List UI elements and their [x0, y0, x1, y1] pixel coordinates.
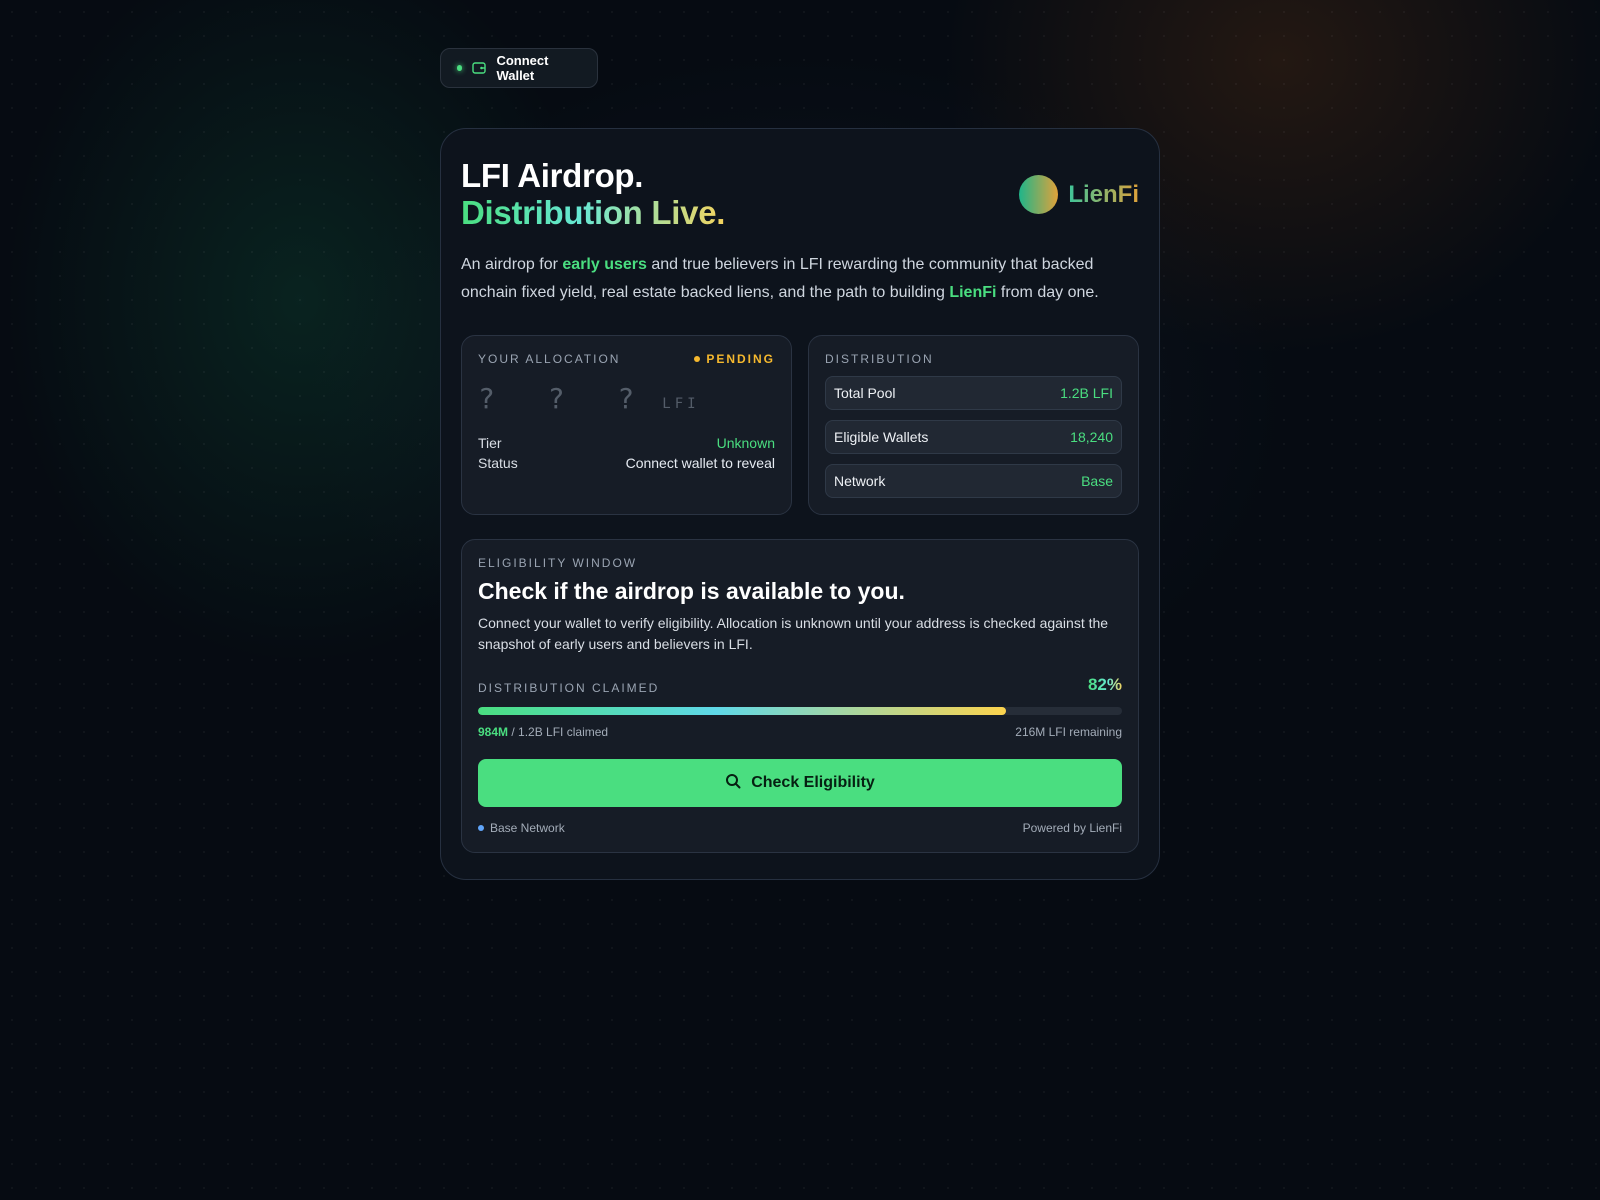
powered-by: Powered by LienFi [1022, 821, 1122, 835]
status-row: Status Connect wallet to reveal [478, 453, 775, 473]
eligibility-description: Connect your wallet to verify eligibilit… [478, 615, 1109, 652]
distribution-panel: DISTRIBUTION Total Pool 1.2B LFI Eligibl… [808, 335, 1139, 515]
distribution-item-total-pool: Total Pool 1.2B LFI [825, 376, 1122, 410]
eligibility-label: ELIGIBILITY WINDOW [478, 556, 638, 570]
description-part-3: from day one. [996, 284, 1099, 301]
network-indicator: Base Network [478, 821, 565, 835]
eligibility-title: Check if the airdrop is available to you… [478, 578, 905, 604]
network-label: Base Network [490, 821, 565, 835]
distribution-label: DISTRIBUTION [825, 352, 934, 366]
check-eligibility-button[interactable]: Check Eligibility [478, 759, 1122, 807]
distribution-item-value: 18,240 [1070, 429, 1113, 445]
claimed-amount: 984M [478, 725, 509, 739]
description-highlight-early-users: early users [562, 256, 647, 273]
wallet-icon [472, 62, 487, 74]
distribution-item-key: Network [834, 473, 886, 489]
claimed-header: DISTRIBUTION CLAIMED 82% [478, 675, 1122, 695]
search-icon [725, 773, 741, 794]
description-part-1: An airdrop for [461, 256, 563, 273]
claimed-label: DISTRIBUTION CLAIMED [478, 681, 660, 695]
check-eligibility-label: Check Eligibility [751, 774, 875, 791]
distribution-item-key: Total Pool [834, 385, 896, 401]
allocation-amount: ? ? ? LFI [478, 382, 775, 415]
connect-wallet-button[interactable]: Connect Wallet [440, 48, 598, 88]
brand-logo: LienFi [1019, 175, 1139, 214]
claimed-percent: 82% [1087, 675, 1122, 694]
stats-row: YOUR ALLOCATION PENDING ? ? ? LFI Tier U… [461, 335, 1139, 515]
distribution-item-value: 1.2B LFI [1060, 385, 1113, 401]
allocation-unit: LFI [662, 396, 700, 412]
allocation-panel: YOUR ALLOCATION PENDING ? ? ? LFI Tier U… [461, 335, 792, 515]
eligibility-panel: ELIGIBILITY WINDOW Check if the airdrop … [461, 539, 1139, 853]
status-dot [457, 65, 463, 71]
progress-meta: 984M / 1.2B LFI claimed 216M LFI remaini… [478, 725, 1122, 739]
description-highlight-lienfi: LienFi [949, 284, 997, 301]
description: An airdrop for early users and true beli… [461, 251, 1121, 307]
claimed-summary: 984M / 1.2B LFI claimed [478, 725, 608, 739]
airdrop-card: LFI Airdrop. Distribution Live. LienFi A… [440, 128, 1160, 880]
progress-track [478, 707, 1122, 715]
distribution-item-key: Eligible Wallets [834, 429, 929, 445]
tier-label: Tier [478, 435, 502, 451]
status-label: Status [478, 455, 518, 471]
allocation-amount-placeholder: ? ? ? [478, 382, 653, 415]
connect-wallet-label: Connect Wallet [496, 53, 549, 83]
distribution-item-network: Network Base [825, 464, 1122, 498]
remaining-amount: 216M LFI remaining [1015, 725, 1122, 739]
status-badge: PENDING [694, 352, 775, 366]
status-value: Connect wallet to reveal [625, 455, 775, 471]
network-dot-icon [478, 825, 484, 831]
tier-value: Unknown [716, 435, 775, 451]
pending-dot-icon [694, 356, 701, 362]
title-line-2: Distribution Live. [461, 194, 726, 231]
tier-row: Tier Unknown [478, 433, 775, 453]
distribution-item-eligible-wallets: Eligible Wallets 18,240 [825, 420, 1122, 454]
progress-fill [478, 707, 1007, 715]
brand-orb-icon [1019, 175, 1059, 214]
claimed-total: / 1.2B LFI claimed [508, 725, 609, 739]
card-footer: Base Network Powered by LienFi [478, 821, 1122, 835]
pending-label: PENDING [706, 352, 775, 366]
brand-name: LienFi [1068, 180, 1139, 208]
allocation-label: YOUR ALLOCATION [478, 352, 621, 366]
distribution-item-value: Base [1081, 473, 1113, 489]
